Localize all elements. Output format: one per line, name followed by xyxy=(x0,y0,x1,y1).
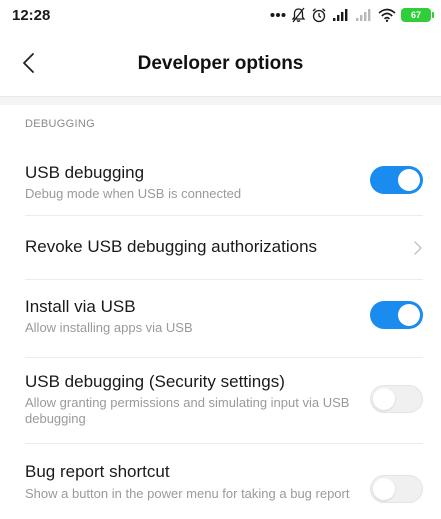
battery-icon: 67 xyxy=(401,8,434,22)
setting-title: USB debugging xyxy=(25,163,145,182)
battery-cap xyxy=(432,12,434,18)
alarm-icon xyxy=(312,8,326,23)
section-label: DEBUGGING xyxy=(25,118,95,130)
usb-debugging-security-toggle[interactable] xyxy=(370,385,423,413)
setting-row-install-via-usb[interactable]: Install via USB Allow installing apps vi… xyxy=(0,280,441,358)
setting-row-revoke-authorizations[interactable]: Revoke USB debugging authorizations xyxy=(0,216,441,280)
chevron-right-icon xyxy=(414,241,422,255)
battery-level: 67 xyxy=(410,10,421,20)
setting-row-bug-report-shortcut[interactable]: Bug report shortcut Show a button in the… xyxy=(0,444,441,519)
status-icons: 67 xyxy=(270,5,434,25)
setting-title: USB debugging (Security settings) xyxy=(25,372,285,391)
setting-subtitle: Show a button in the power menu for taki… xyxy=(25,486,350,501)
page-title: Developer options xyxy=(137,53,304,74)
setting-title: Bug report shortcut xyxy=(25,462,170,481)
setting-subtitle: Allow installing apps via USB xyxy=(25,320,193,335)
wifi-icon xyxy=(378,8,396,22)
status-bar: 12:28 67 xyxy=(0,0,441,30)
app-header: Developer options xyxy=(0,30,441,96)
cellular-signal-weak-icon xyxy=(356,9,371,21)
toggle-knob xyxy=(373,388,395,410)
setting-subtitle: Debug mode when USB is connected xyxy=(25,186,242,201)
install-via-usb-toggle[interactable] xyxy=(370,301,423,329)
setting-row-usb-debugging[interactable]: USB debugging Debug mode when USB is con… xyxy=(0,150,441,216)
toggle-knob xyxy=(398,169,420,191)
cellular-signal-icon xyxy=(333,9,348,21)
status-time: 12:28 xyxy=(12,7,51,24)
notifications-off-icon xyxy=(291,7,306,23)
bug-report-shortcut-toggle[interactable] xyxy=(370,475,423,503)
setting-subtitle: Allow granting permissions and simulatin… xyxy=(25,395,350,426)
toggle-knob xyxy=(373,478,395,500)
usb-debugging-toggle[interactable] xyxy=(370,166,423,194)
toggle-knob xyxy=(398,304,420,326)
more-dots-icon xyxy=(270,13,286,17)
setting-title: Revoke USB debugging authorizations xyxy=(25,237,318,256)
setting-row-usb-debugging-security[interactable]: USB debugging (Security settings) Allow … xyxy=(0,358,441,444)
header-divider xyxy=(0,96,441,105)
setting-title: Install via USB xyxy=(25,297,136,316)
